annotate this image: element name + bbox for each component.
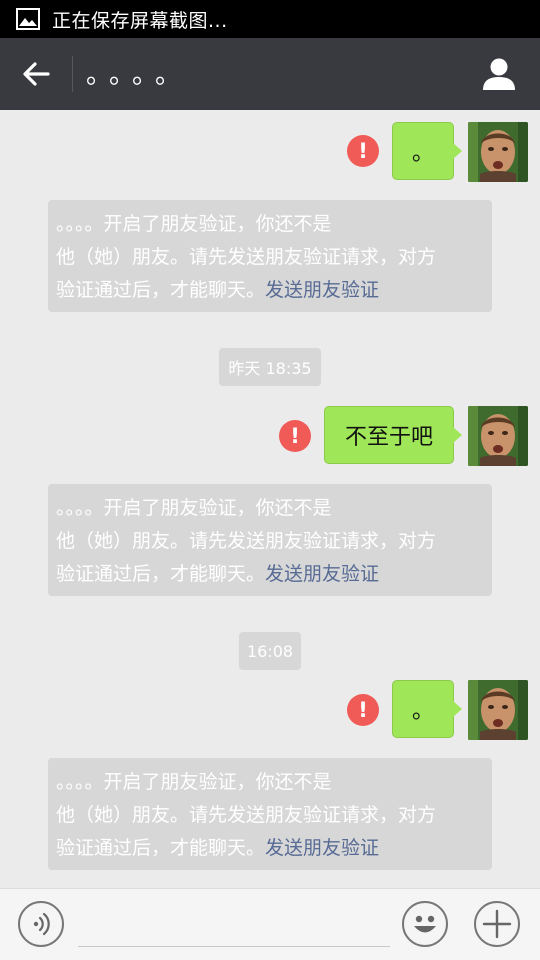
- plus-icon: [482, 909, 512, 939]
- avatar[interactable]: [468, 406, 528, 466]
- emoji-button[interactable]: [402, 901, 448, 947]
- voice-button[interactable]: [18, 901, 64, 947]
- send-failed-icon[interactable]: !: [347, 135, 379, 167]
- send-friend-request-link[interactable]: 发送朋友验证: [265, 563, 379, 585]
- avatar[interactable]: [468, 122, 528, 182]
- send-friend-request-link[interactable]: 发送朋友验证: [265, 837, 379, 859]
- message-input[interactable]: [78, 899, 390, 947]
- message-text: 。: [411, 141, 434, 166]
- system-notice: 。。。。开启了朋友验证，你还不是 他（她）朋友。请先发送朋友验证请求，对方 验证…: [48, 200, 492, 312]
- image-icon: [16, 8, 40, 30]
- status-text: 正在保存屏幕截图...: [52, 9, 228, 32]
- voice-icon: [33, 912, 50, 936]
- message-list[interactable]: ! 。 。。。。开启了朋友验证，你还不是 他（她）朋友。请先发送朋友验证请求，对…: [0, 110, 540, 888]
- more-button[interactable]: [474, 901, 520, 947]
- send-failed-icon[interactable]: !: [347, 694, 379, 726]
- system-notice: 。。。。开启了朋友验证，你还不是 他（她）朋友。请先发送朋友验证请求，对方 验证…: [48, 484, 492, 596]
- send-failed-icon[interactable]: !: [279, 420, 311, 452]
- send-friend-request-link[interactable]: 发送朋友验证: [265, 279, 379, 301]
- sent-message-bubble[interactable]: 不至于吧: [324, 406, 462, 464]
- timestamp: 昨天 18:35: [219, 348, 321, 386]
- timestamp: 16:08: [239, 632, 301, 670]
- status-bar: 正在保存屏幕截图...: [0, 0, 540, 38]
- arrow-left-icon[interactable]: [20, 58, 54, 90]
- message-text: 不至于吧: [344, 425, 433, 450]
- message-text: 。: [411, 699, 434, 724]
- chat-title: 。。。。: [86, 60, 192, 90]
- emoji-icon: [414, 915, 436, 933]
- system-notice: 。。。。开启了朋友验证，你还不是 他（她）朋友。请先发送朋友验证请求，对方 验证…: [48, 758, 492, 870]
- input-bar: [0, 888, 540, 960]
- person-icon[interactable]: [482, 56, 516, 92]
- header-divider: [72, 56, 73, 92]
- sent-message-bubble[interactable]: 。: [392, 122, 462, 180]
- chat-header: 。。。。: [0, 38, 540, 110]
- sent-message-bubble[interactable]: 。: [392, 680, 462, 738]
- avatar[interactable]: [468, 680, 528, 740]
